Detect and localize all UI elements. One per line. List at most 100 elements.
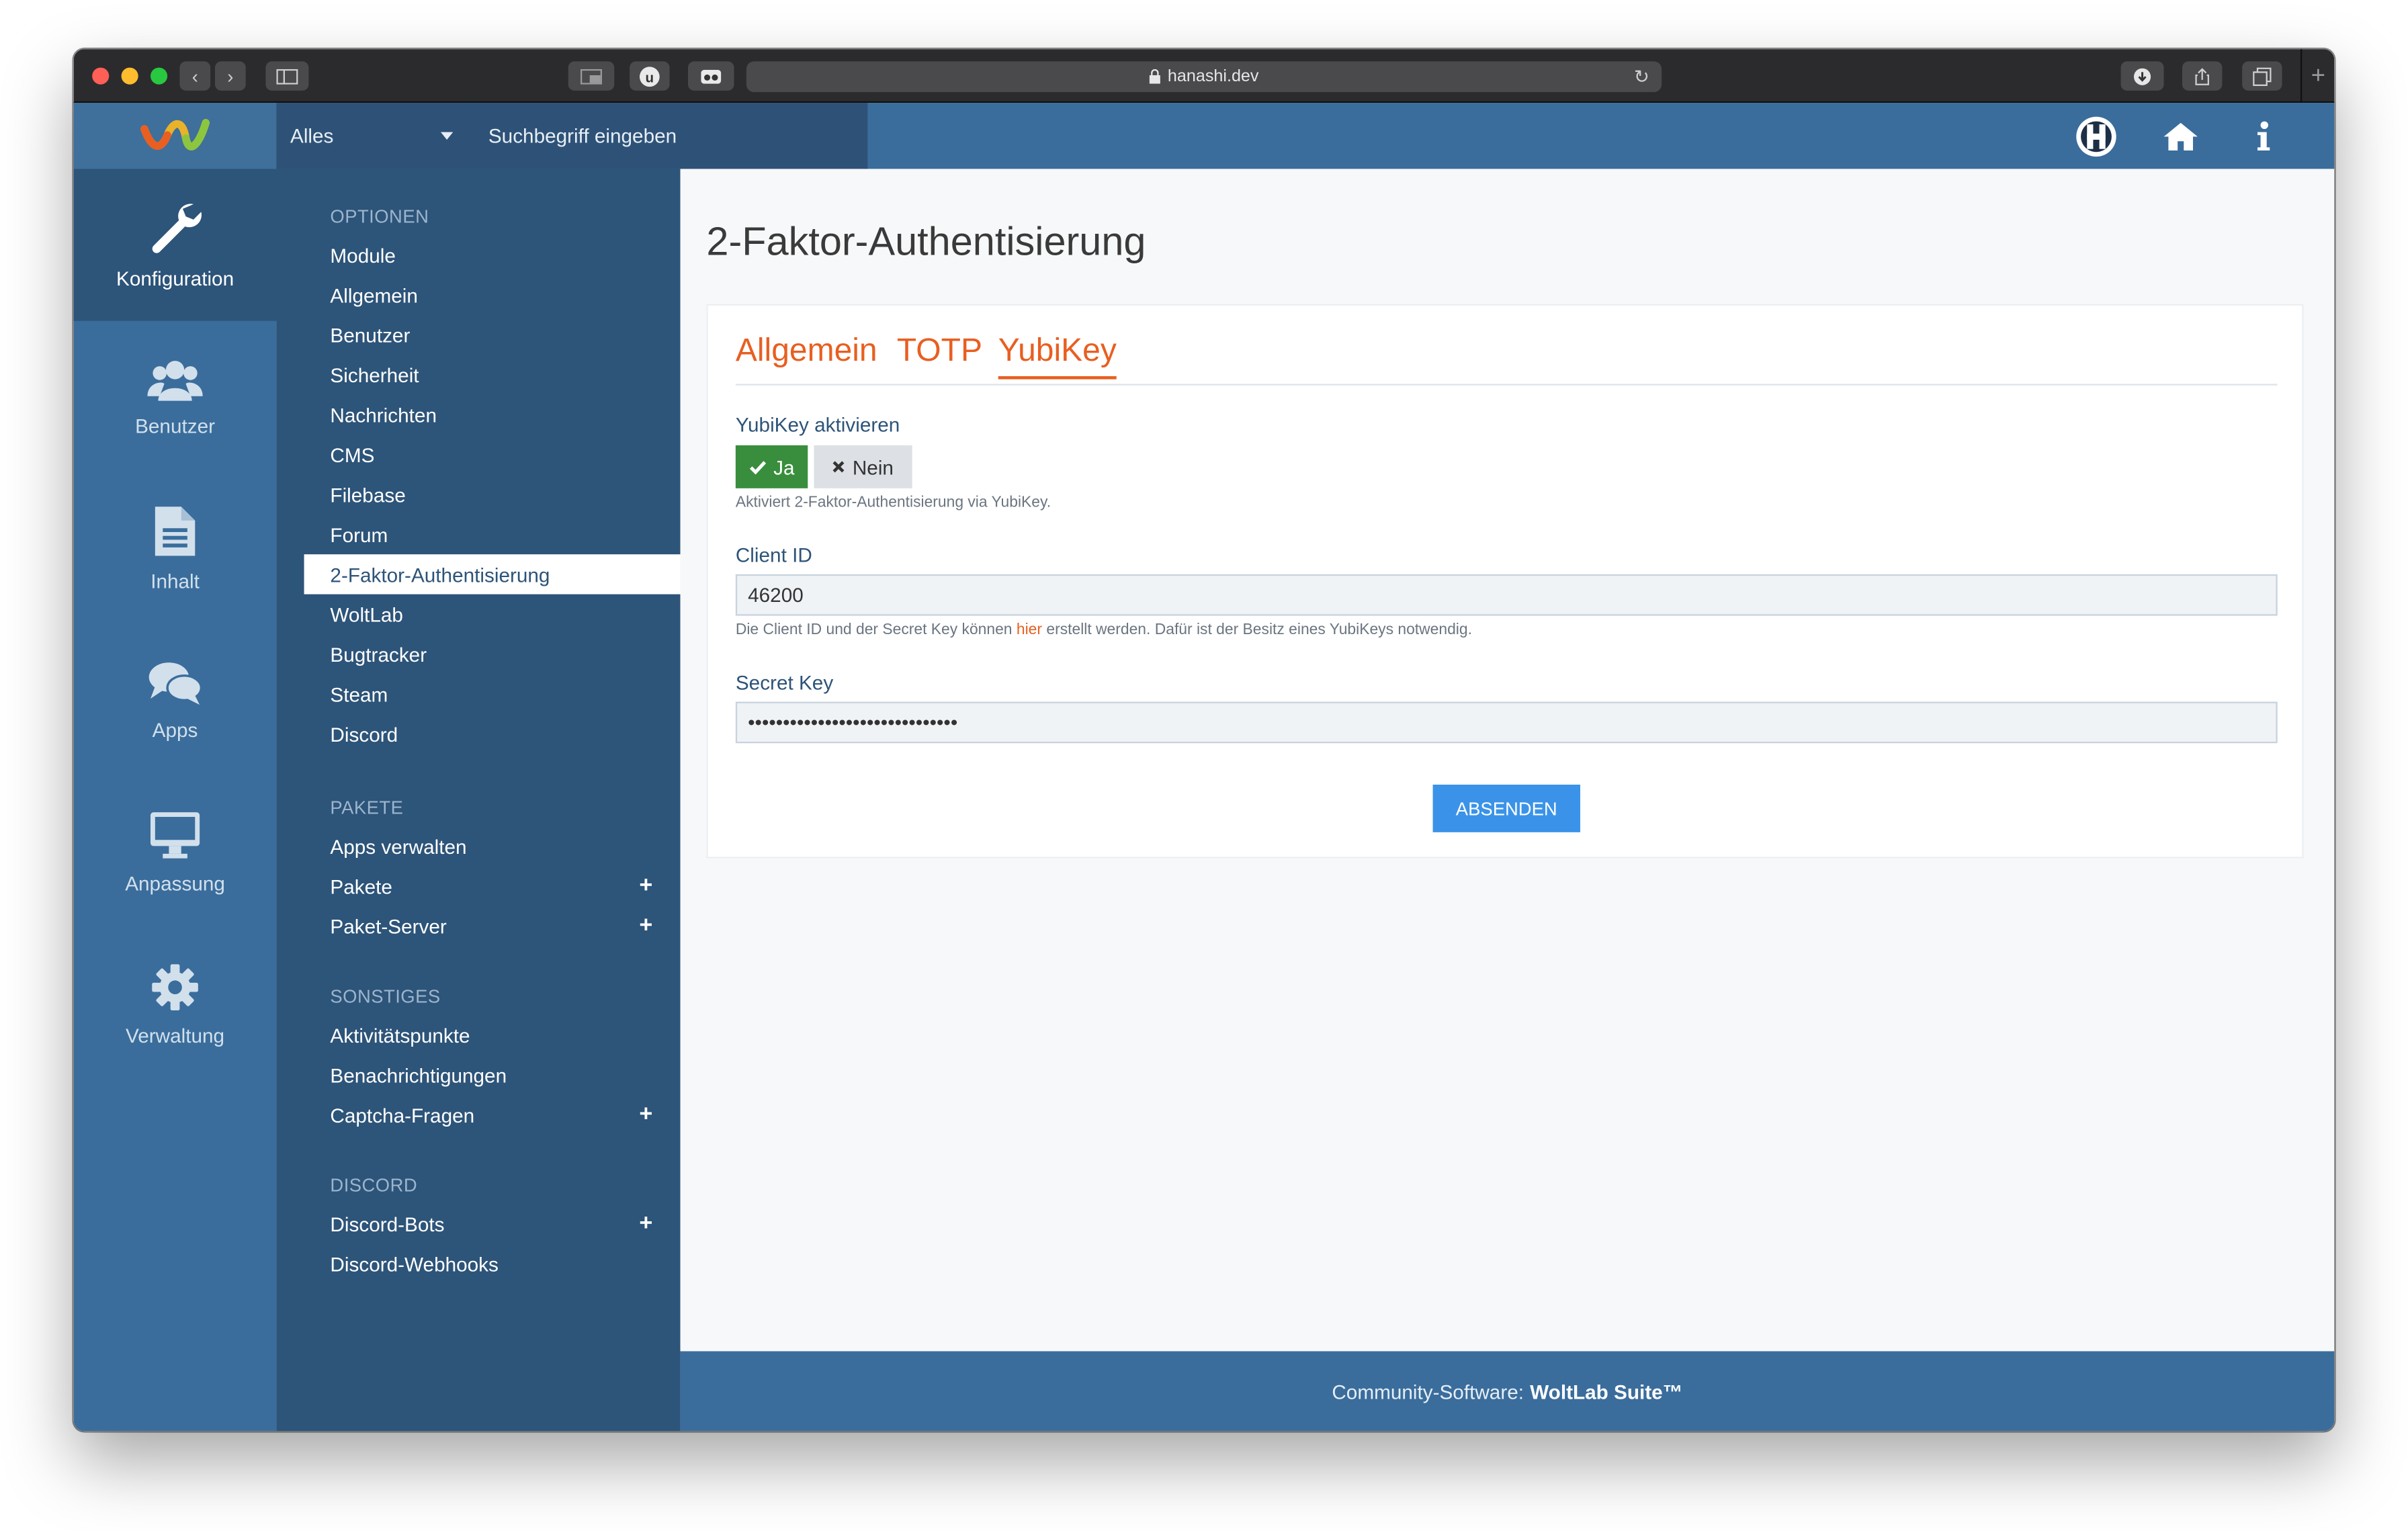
menu-anpassung[interactable]: Anpassung (74, 777, 277, 929)
menu-inhalt[interactable]: Inhalt (74, 473, 277, 625)
app-header: Alles Suchbegriff eingeben (73, 103, 2335, 169)
address-bar[interactable]: hanashi.dev ↻ (746, 61, 1662, 93)
browser-toolbar: ‹ › u hanashi.dev ↻ + (73, 49, 2335, 103)
monitor-icon (150, 812, 200, 859)
main-icon-menu: Konfiguration Benutzer Inhalt Apps Anpas… (73, 169, 277, 1432)
submenu-item-benutzer[interactable]: Benutzer (304, 315, 681, 355)
zoom-window-button[interactable] (150, 67, 168, 85)
section-title-pakete: PAKETE (330, 797, 404, 819)
svg-text:u: u (646, 69, 654, 85)
downloads-button[interactable] (2120, 61, 2164, 91)
tab-yubikey[interactable]: YubiKey (998, 333, 1117, 380)
sidebar-icon (276, 68, 298, 84)
add-plus-icon[interactable]: + (639, 1101, 652, 1127)
submenu-item-label: Discord-Bots (330, 1212, 445, 1235)
client-id-desc-text-2: erstellt werden. Dafür ist der Besitz ei… (1046, 621, 1472, 639)
submenu-item-label: Aktivitätspunkte (330, 1023, 470, 1047)
menu-verwaltung[interactable]: Verwaltung (74, 929, 277, 1081)
chevron-left-icon: ‹ (191, 65, 198, 87)
home-button[interactable] (2159, 115, 2202, 158)
submenu-item-steam[interactable]: Steam (304, 674, 681, 713)
submenu-item-filebase[interactable]: Filebase (304, 474, 681, 514)
submenu-item-apps-verwalten[interactable]: Apps verwalten (304, 826, 681, 866)
client-id-label: Client ID (735, 543, 812, 567)
submenu-item-nachrichten[interactable]: Nachrichten (304, 394, 681, 434)
client-id-field[interactable]: 46200 (735, 574, 2278, 616)
menu-konfiguration[interactable]: Konfiguration (73, 169, 277, 321)
reload-icon[interactable]: ↻ (1634, 66, 1649, 87)
sidebar-toggle-button[interactable] (265, 61, 309, 91)
logo-wave-icon (140, 118, 210, 150)
share-button[interactable] (2182, 61, 2223, 91)
glasses-icon (701, 69, 722, 83)
submenu-item-discord-bots[interactable]: Discord-Bots + (304, 1204, 681, 1243)
main-content: 2-Faktor-Authentisierung Allgemein TOTP … (680, 169, 2335, 1352)
submenu-item-pakete[interactable]: Pakete + (304, 866, 681, 906)
client-id-value: 46200 (748, 583, 804, 607)
tab-overview-button[interactable] (2242, 61, 2282, 91)
yes-toggle-button[interactable]: Ja (735, 445, 808, 488)
search-scope-dropdown[interactable]: Alles (276, 103, 466, 169)
add-plus-icon[interactable]: + (639, 1210, 652, 1236)
footer-brand-link[interactable]: WoltLab Suite™ (1530, 1380, 1682, 1403)
download-icon (2133, 67, 2151, 85)
woltlab-logo[interactable] (73, 103, 277, 169)
submenu-item-label: Discord (330, 722, 398, 746)
avatar[interactable] (2075, 115, 2118, 158)
submenu-item-woltlab[interactable]: WoltLab (304, 595, 681, 634)
submenu-item-discord-webhooks[interactable]: Discord-Webhooks (304, 1243, 681, 1283)
menu-benutzer[interactable]: Benutzer (74, 321, 277, 473)
share-icon (2195, 67, 2209, 85)
menu-label: Inhalt (150, 569, 200, 593)
search-input[interactable]: Suchbegriff eingeben (465, 103, 868, 169)
submenu-item-benachrichtigungen[interactable]: Benachrichtigungen (304, 1055, 681, 1094)
ublock-extension-button[interactable]: u (630, 61, 670, 91)
tab-allgemein[interactable]: Allgemein (736, 333, 877, 370)
url-text: hanashi.dev (1167, 67, 1259, 86)
client-id-desc-text: Die Client ID und der Secret Key können (735, 621, 1013, 639)
extension-button-1[interactable] (568, 61, 615, 91)
submenu-item-2fa[interactable]: 2-Faktor-Authentisierung (304, 554, 681, 595)
submenu-item-allgemein[interactable]: Allgemein (304, 275, 681, 314)
menu-label: Apps (152, 718, 198, 742)
caret-down-icon (440, 132, 454, 140)
submenu-item-paket-server[interactable]: Paket-Server + (304, 906, 681, 946)
page-footer: Community-Software: WoltLab Suite™ (680, 1351, 2335, 1432)
info-button[interactable] (2242, 115, 2285, 158)
extension-button-3[interactable] (687, 61, 734, 91)
section-title-discord: DISCORD (330, 1174, 418, 1196)
forward-button[interactable]: › (214, 61, 246, 91)
submenu-item-cms[interactable]: CMS (304, 435, 681, 474)
submenu-item-discord[interactable]: Discord (304, 714, 681, 754)
submenu-item-sicherheit[interactable]: Sicherheit (304, 355, 681, 394)
submenu-item-module[interactable]: Module (304, 235, 681, 275)
submenu-item-forum[interactable]: Forum (304, 515, 681, 554)
minimize-window-button[interactable] (121, 67, 138, 85)
settings-form: Allgemein TOTP YubiKey YubiKey aktiviere… (706, 304, 2304, 859)
tab-totp[interactable]: TOTP (897, 333, 982, 370)
submenu-item-label: Discord-Webhooks (330, 1252, 499, 1276)
submenu-item-label: Captcha-Fragen (330, 1103, 475, 1127)
submenu-item-label: Benutzer (330, 323, 411, 347)
menu-apps[interactable]: Apps (74, 625, 277, 777)
submit-button[interactable]: ABSENDEN (1432, 784, 1580, 832)
no-toggle-button[interactable]: Nein (814, 445, 912, 488)
client-id-description: Die Client ID und der Secret Key können … (736, 622, 1472, 639)
back-button[interactable]: ‹ (179, 61, 211, 91)
submenu-item-label: Steam (330, 682, 388, 706)
tab-bar: Allgemein TOTP YubiKey (735, 333, 2278, 386)
menu-label: Anpassung (125, 872, 225, 895)
new-tab-button[interactable]: + (2300, 49, 2334, 103)
add-plus-icon[interactable]: + (639, 872, 652, 898)
add-plus-icon[interactable]: + (639, 912, 652, 938)
yes-label: Ja (773, 455, 795, 478)
close-window-button[interactable] (92, 67, 110, 85)
submenu-item-captcha-fragen[interactable]: Captcha-Fragen + (304, 1095, 681, 1135)
ublock-icon: u (639, 66, 660, 86)
secret-key-field[interactable]: •••••••••••••••••••••••••••••• (735, 701, 2278, 744)
submenu-item-label: Filebase (330, 482, 406, 507)
submenu-item-bugtracker[interactable]: Bugtracker (304, 634, 681, 674)
no-label: Nein (852, 455, 894, 478)
submenu-item-aktivitaetspunkte[interactable]: Aktivitätspunkte (304, 1015, 681, 1055)
here-link[interactable]: hier (1017, 622, 1042, 639)
